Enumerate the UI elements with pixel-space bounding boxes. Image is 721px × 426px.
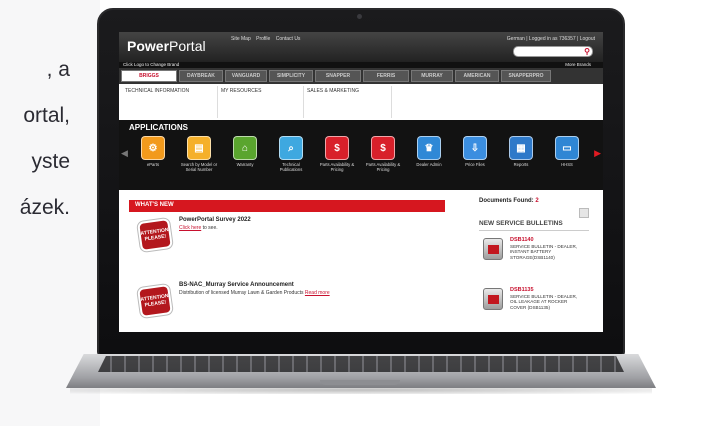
brand-logo[interactable]: SNAPPER [315,70,361,82]
user-links[interactable]: German | Logged in as 736357 | Logout [507,36,595,42]
laptop-keyboard [98,356,624,372]
applications-title: APPLICATIONS [129,123,188,132]
documents-found: Documents Found: 2 [479,198,539,204]
background-line: ázek. [19,196,70,219]
background-line: ortal, [23,104,70,127]
attention-badge-icon: ATTENTION PLEASE! [137,217,173,253]
app-tile[interactable]: ⌂ Warranty [225,136,265,167]
app-label: Price Files [465,162,485,167]
scroll-up-button[interactable] [579,208,589,218]
bulletin-document-icon[interactable] [483,238,503,260]
news-item-text: to see. [201,225,218,231]
background-line: yste [31,150,70,173]
app-label: HHSS [561,162,573,167]
applications-panel: APPLICATIONS ◀ ▶ ⚙ eParts ▤ Search by Model… [119,120,603,190]
app-label: Parts Availability & Pricing [365,162,401,172]
app-label: Dealer Admin [416,162,442,167]
app-label: Reports [513,162,529,167]
documents-count: 2 [535,198,539,204]
brand-logo-bar: BRIGGS DAYBREAK VANGUARD SIMPLICITY SNAP… [119,68,603,84]
profile-link[interactable]: Profile [256,36,270,42]
app-tile[interactable]: ⌕ Technical Publications [271,136,311,172]
bulletin-id[interactable]: DSB1135 [510,287,534,293]
app-tile[interactable]: ⚙ eParts [133,136,173,167]
brand-logo[interactable]: VANGUARD [225,70,267,82]
news-item-body: Distribution of licensed Murray Lawn & G… [179,290,330,296]
app-tile[interactable]: ♛ Dealer Admin [409,136,449,167]
bulletin-document-icon[interactable] [483,288,503,310]
news-item-text: Distribution of licensed Murray Lawn & G… [179,290,305,296]
app-label: eParts [146,162,160,167]
bulletin-id[interactable]: DSB1140 [510,237,534,243]
portal-header: PowerPortal Site Map Profile Contact Us … [119,32,603,62]
bulletin-text: SERVICE BULLETIN - DEALER, INSTANT BATTE… [510,244,578,260]
divider [479,230,589,231]
nav-technical-information[interactable]: TECHNICAL INFORMATION [125,88,189,94]
warranty-icon: ⌂ [233,136,257,160]
logo-suffix: Portal [169,38,206,54]
main-nav: TECHNICAL INFORMATION MY RESOURCES SALES… [119,84,603,120]
app-label: Technical Publications [279,162,303,172]
search-input[interactable]: ⚲ [513,46,593,57]
news-item-title[interactable]: BS-NAC_Murray Service Announcement [179,282,294,288]
news-item-body: Click here to see. [179,225,218,231]
brand-logo[interactable]: DAYBREAK [179,70,223,82]
brand-logo[interactable]: AMERICAN [455,70,499,82]
app-label: Search by Model or Serial Number [180,162,218,172]
search-icon[interactable]: ⚲ [584,47,590,57]
price-file-icon: ⇩ [463,136,487,160]
brand-logo[interactable]: SNAPPERPRO [501,70,551,82]
click-here-link[interactable]: Click here [179,225,201,231]
carousel-right-arrow-icon[interactable]: ▶ [594,148,601,159]
powerportal-logo[interactable]: PowerPortal [127,38,206,54]
laptop-notch [320,380,400,385]
whats-new-header: WHAT'S NEW [129,200,445,212]
read-more-link[interactable]: Read more [305,290,330,296]
service-bulletins-title: NEW SERVICE BULLETINS [479,220,563,227]
magnifier-icon: ⌕ [279,136,303,160]
brand-logo[interactable]: MURRAY [411,70,453,82]
laptop-screen: PowerPortal Site Map Profile Contact Us … [119,32,603,332]
search-doc-icon: ▤ [187,136,211,160]
price-tag-icon: $ [371,136,395,160]
carousel-left-arrow-icon[interactable]: ◀ [121,148,128,159]
nav-my-resources[interactable]: MY RESOURCES [221,88,261,94]
app-tile[interactable]: $ Parts Availability & Pricing [317,136,357,172]
top-links: Site Map Profile Contact Us [231,36,304,42]
documents-found-label: Documents Found: [479,198,534,204]
brand-logo[interactable]: SIMPLICITY [269,70,313,82]
bulletin-text: SERVICE BULLETIN - DEALER, OIL LEAKAGE A… [510,294,578,310]
admin-icon: ♛ [417,136,441,160]
brand-logo[interactable]: FERRIS [363,70,409,82]
app-tile[interactable]: ▤ Search by Model or Serial Number [179,136,219,172]
contact-us-link[interactable]: Contact Us [276,36,301,42]
brand-logo[interactable]: BRIGGS [121,70,177,82]
news-item-title[interactable]: PowerPortal Survey 2022 [179,217,251,223]
logo-prefix: Power [127,38,170,54]
attention-badge-icon: ATTENTION PLEASE! [137,283,173,319]
reports-icon: ▦ [509,136,533,160]
change-brand-label: Click Logo to Change Brand [123,62,180,67]
webcam-icon [357,14,362,19]
gear-icon: ⚙ [141,136,165,160]
more-brands-link[interactable]: More Brands [565,62,591,67]
app-tile[interactable]: ⇩ Price Files [455,136,495,167]
nav-divider [303,86,304,118]
whats-new-title: WHAT'S NEW [135,202,174,208]
nav-divider [391,86,392,118]
hhss-icon: ▭ [555,136,579,160]
app-tile[interactable]: ▭ HHSS [547,136,587,167]
nav-divider [217,86,218,118]
app-label: Parts Availability & Pricing [319,162,355,172]
app-label: Warranty [236,162,254,167]
site-map-link[interactable]: Site Map [231,36,251,42]
price-tag-icon: $ [325,136,349,160]
app-tile[interactable]: $ Parts Availability & Pricing [363,136,403,172]
nav-sales-marketing[interactable]: SALES & MARKETING [307,88,359,94]
background-line: , a [46,58,70,81]
app-tile[interactable]: ▦ Reports [501,136,541,167]
